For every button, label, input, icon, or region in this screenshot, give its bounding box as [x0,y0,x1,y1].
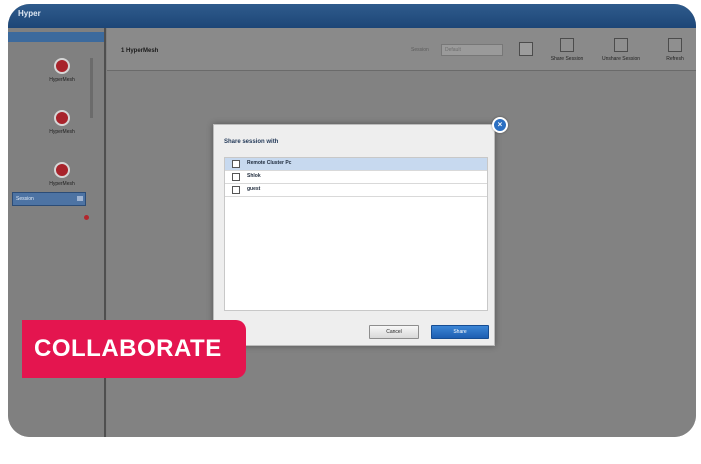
share-session-button[interactable]: Share Session [547,38,587,62]
copy-icon[interactable] [519,42,533,56]
sidebar-tool-label: HyperMesh [49,77,75,83]
session-field-label: Session [411,47,429,53]
dialog-title: Share session with [224,139,279,145]
status-dot-icon [84,215,89,220]
session-field[interactable]: Default [441,44,503,56]
sidebar-scrollbar[interactable] [90,58,93,118]
sheet-tab[interactable]: 1 HyperMesh [121,48,158,54]
refresh-button[interactable]: Refresh [655,38,695,62]
sidebar-tool-label: HyperMesh [49,129,75,135]
collaborate-banner: COLLABORATE [22,320,246,378]
sidebar-tool-label: HyperMesh [49,181,75,187]
app-title: Hyper [18,9,41,18]
user-list: Remote Cluster Pc Shlok guest [224,157,488,311]
title-bar: Hyper [8,4,696,28]
list-item[interactable]: Remote Cluster Pc [225,158,487,171]
sidebar-selector[interactable]: Session [12,192,86,206]
share-session-dialog: Share session with Remote Cluster Pc Shl… [213,124,495,346]
list-item[interactable]: guest [225,184,487,197]
user-checkbox[interactable] [232,160,240,168]
unshare-session-icon [614,38,628,52]
share-session-icon [560,38,574,52]
refresh-label: Refresh [666,56,684,62]
cancel-button[interactable]: Cancel [369,325,419,339]
hypermesh-icon [54,58,70,74]
refresh-icon [668,38,682,52]
unshare-session-label: Unshare Session [601,56,641,62]
user-name: Shlok [247,173,261,179]
share-session-label: Share Session [550,56,584,62]
user-checkbox[interactable] [232,173,240,181]
close-icon[interactable]: × [492,117,508,133]
hypermesh-icon [54,110,70,126]
sidebar-selector-value: Session [16,196,34,202]
session-field-value: Default [445,47,461,53]
sidebar-tool-3[interactable]: HyperMesh [38,162,86,187]
share-button[interactable]: Share [431,325,489,339]
list-item[interactable]: Shlok [225,171,487,184]
hypermesh-icon [54,162,70,178]
sidebar-tool-1[interactable]: HyperMesh [38,58,86,83]
user-name: Remote Cluster Pc [247,160,292,166]
sidebar-header-band [8,32,104,42]
unshare-session-button[interactable]: Unshare Session [601,38,641,62]
sidebar-tool-2[interactable]: HyperMesh [38,110,86,135]
user-name: guest [247,186,261,192]
chevron-down-icon [77,196,83,201]
toolbar: 1 HyperMesh Session Default Share Sessio… [107,28,696,71]
user-checkbox[interactable] [232,186,240,194]
